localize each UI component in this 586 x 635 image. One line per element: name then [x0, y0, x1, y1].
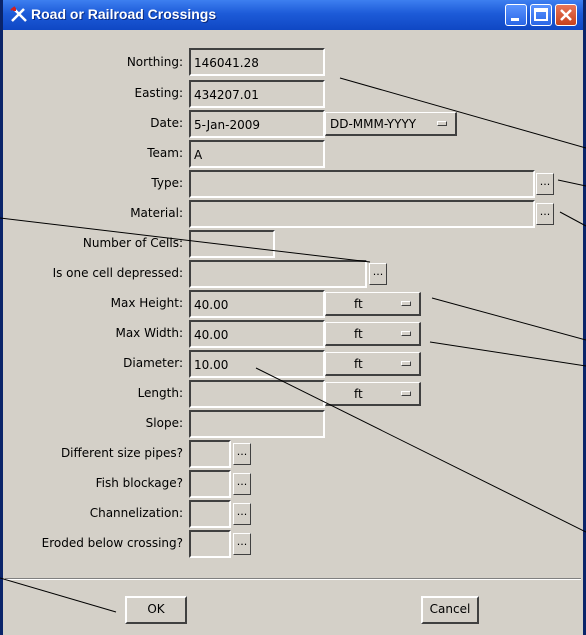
maximize-icon — [534, 8, 548, 21]
team-field[interactable]: A — [189, 140, 325, 168]
different-size-pipes-field[interactable] — [189, 440, 231, 468]
easting-field[interactable]: 434207.01 — [189, 80, 325, 108]
option-indicator-icon — [401, 391, 411, 396]
eroded-below-label: Eroded below crossing? — [41, 536, 183, 550]
window-title: Road or Railroad Crossings — [31, 6, 217, 22]
option-indicator-icon — [401, 331, 411, 336]
length-field[interactable] — [189, 380, 325, 408]
date-label: Date: — [150, 116, 183, 130]
fish-blockage-field[interactable] — [189, 470, 231, 498]
date-field[interactable]: 5-Jan-2009 — [189, 110, 325, 138]
fish-blockage-lookup-button[interactable]: ... — [233, 473, 251, 495]
max-width-field[interactable]: 40.00 — [189, 320, 325, 348]
slope-label: Slope: — [145, 416, 183, 430]
material-lookup-button[interactable]: ... — [536, 203, 554, 225]
material-field[interactable] — [189, 200, 535, 228]
option-indicator-icon — [401, 301, 411, 306]
crossing-app-icon — [10, 6, 27, 22]
length-unit: ft — [354, 387, 363, 401]
max-width-label: Max Width: — [115, 326, 183, 340]
team-label: Team: — [147, 146, 183, 160]
channelization-lookup-button[interactable]: ... — [233, 503, 251, 525]
cancel-button[interactable]: Cancel — [421, 596, 479, 624]
number-of-cells-label: Number of Cells: — [82, 236, 183, 250]
eroded-below-field[interactable] — [189, 530, 231, 558]
ok-button[interactable]: OK — [125, 596, 187, 624]
maximize-button[interactable] — [530, 4, 552, 26]
button-separator — [5, 578, 581, 580]
max-height-field[interactable]: 40.00 — [189, 290, 325, 318]
channelization-label: Channelization: — [89, 506, 183, 520]
different-size-pipes-lookup-button[interactable]: ... — [233, 443, 251, 465]
max-height-unit: ft — [354, 297, 363, 311]
diameter-label: Diameter: — [123, 356, 183, 370]
title-bar[interactable]: Road or Railroad Crossings — [3, 0, 583, 30]
date-format-dropdown[interactable]: DD-MMM-YYYY — [325, 112, 457, 136]
diameter-unit-dropdown[interactable]: ft — [325, 352, 421, 376]
max-width-unit: ft — [354, 327, 363, 341]
type-lookup-button[interactable]: ... — [536, 173, 554, 195]
fish-blockage-label: Fish blockage? — [95, 476, 183, 490]
cell-depressed-lookup-button[interactable]: ... — [369, 263, 387, 285]
type-field[interactable] — [189, 170, 535, 198]
different-size-pipes-label: Different size pipes? — [60, 446, 183, 460]
diameter-field[interactable]: 10.00 — [189, 350, 325, 378]
northing-label: Northing: — [126, 55, 183, 69]
cell-depressed-field[interactable] — [189, 260, 367, 288]
slope-field[interactable] — [189, 410, 325, 438]
channelization-field[interactable] — [189, 500, 231, 528]
easting-label: Easting: — [134, 86, 184, 100]
option-indicator-icon — [401, 361, 411, 366]
type-label: Type: — [151, 176, 183, 190]
number-of-cells-field[interactable] — [189, 230, 275, 258]
material-label: Material: — [130, 206, 183, 220]
eroded-below-lookup-button[interactable]: ... — [233, 533, 251, 555]
max-height-label: Max Height: — [110, 296, 183, 310]
max-height-unit-dropdown[interactable]: ft — [325, 292, 421, 316]
minimize-button[interactable] — [505, 4, 527, 26]
close-icon — [560, 9, 572, 21]
length-label: Length: — [137, 386, 183, 400]
length-unit-dropdown[interactable]: ft — [325, 382, 421, 406]
cell-depressed-label: Is one cell depressed: — [52, 266, 183, 280]
minimize-icon — [511, 18, 519, 21]
max-width-unit-dropdown[interactable]: ft — [325, 322, 421, 346]
date-format-value: DD-MMM-YYYY — [330, 117, 417, 131]
northing-field[interactable]: 146041.28 — [189, 48, 325, 76]
form-area: Northing: 146041.28 Easting: 434207.01 D… — [3, 30, 583, 635]
option-indicator-icon — [437, 121, 447, 126]
dialog-window: Road or Railroad Crossings Northing: 146… — [0, 0, 586, 635]
diameter-unit: ft — [354, 357, 363, 371]
close-button[interactable] — [555, 4, 577, 26]
